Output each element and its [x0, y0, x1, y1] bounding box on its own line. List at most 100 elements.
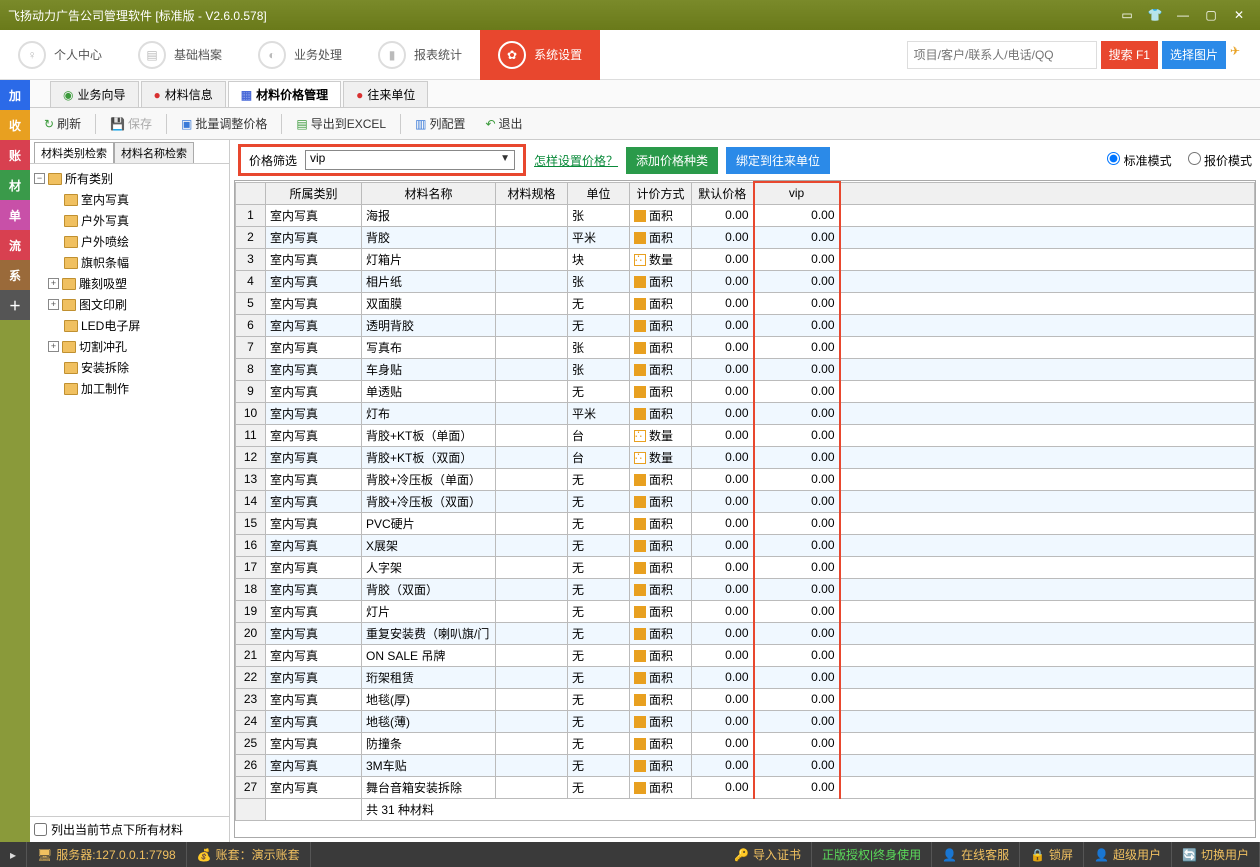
status-import[interactable]: 🔑导入证书 [724, 842, 812, 867]
cell-spec[interactable] [496, 622, 568, 644]
tree-node[interactable]: LED电子屏 [81, 317, 140, 334]
table-row[interactable]: 24室内写真地毯(薄)无面积0.000.00 [236, 710, 1255, 732]
table-row[interactable]: 14室内写真背胶+冷压板（双面）无面积0.000.00 [236, 490, 1255, 512]
cell-spec[interactable] [496, 468, 568, 490]
cell-unit[interactable]: 张 [568, 336, 630, 358]
columns-button[interactable]: ▥列配置 [407, 112, 473, 135]
cell-name[interactable]: 背胶+KT板（单面） [362, 424, 496, 446]
status-user[interactable]: 👤超级用户 [1084, 842, 1172, 867]
status-cs[interactable]: 👤在线客服 [932, 842, 1020, 867]
cell-spec[interactable] [496, 204, 568, 226]
cell-unit[interactable]: 无 [568, 776, 630, 798]
cell-vip[interactable]: 0.00 [754, 578, 840, 600]
cell-vip[interactable]: 0.00 [754, 534, 840, 556]
table-row[interactable]: 18室内写真背胶（双面）无面积0.000.00 [236, 578, 1255, 600]
table-row[interactable]: 9室内写真单透贴无面积0.000.00 [236, 380, 1255, 402]
skin-icon[interactable]: ▭ [1114, 5, 1140, 25]
col-vip[interactable]: vip [754, 182, 840, 204]
cell-category[interactable]: 室内写真 [266, 710, 362, 732]
cell-spec[interactable] [496, 270, 568, 292]
col-default[interactable]: 默认价格 [692, 182, 754, 204]
cell-name[interactable]: 相片纸 [362, 270, 496, 292]
cell-name[interactable]: 背胶+冷压板（双面） [362, 490, 496, 512]
cell-vip[interactable]: 0.00 [754, 402, 840, 424]
cell-method[interactable]: 面积 [630, 358, 692, 380]
cell-unit[interactable]: 无 [568, 732, 630, 754]
refresh-button[interactable]: ↻刷新 [36, 112, 89, 135]
cell-category[interactable]: 室内写真 [266, 578, 362, 600]
cell-category[interactable]: 室内写真 [266, 600, 362, 622]
table-row[interactable]: 22室内写真珩架租赁无面积0.000.00 [236, 666, 1255, 688]
tab-material-info[interactable]: ●材料信息 [141, 81, 226, 107]
cell-default[interactable]: 0.00 [692, 204, 754, 226]
cell-default[interactable]: 0.00 [692, 314, 754, 336]
cell-default[interactable]: 0.00 [692, 688, 754, 710]
tree-root[interactable]: 所有类别 [65, 170, 113, 187]
cell-category[interactable]: 室内写真 [266, 380, 362, 402]
cell-default[interactable]: 0.00 [692, 754, 754, 776]
pick-image-button[interactable]: 选择图片 [1162, 41, 1226, 69]
menu-report[interactable]: ▮报表统计 [360, 30, 480, 80]
tree-body[interactable]: −所有类别 室内写真 户外写真 户外喷绘 旗帜条幅 +雕刻吸塑 +图文印刷 LE… [30, 164, 229, 816]
cell-unit[interactable]: 无 [568, 512, 630, 534]
cell-category[interactable]: 室内写真 [266, 622, 362, 644]
expand-icon[interactable]: + [48, 341, 59, 352]
cell-vip[interactable]: 0.00 [754, 358, 840, 380]
cell-method[interactable]: 面积 [630, 556, 692, 578]
cell-unit[interactable]: 无 [568, 710, 630, 732]
status-switch[interactable]: 🔄切换用户 [1172, 842, 1260, 867]
mode-standard[interactable]: 标准模式 [1107, 152, 1171, 169]
table-row[interactable]: 4室内写真相片纸张面积0.000.00 [236, 270, 1255, 292]
tree-node[interactable]: 户外喷绘 [81, 233, 129, 250]
cell-name[interactable]: 地毯(薄) [362, 710, 496, 732]
cell-default[interactable]: 0.00 [692, 556, 754, 578]
cell-method[interactable]: 面积 [630, 644, 692, 666]
tshirt-icon[interactable]: 👕 [1142, 5, 1168, 25]
cell-category[interactable]: 室内写真 [266, 556, 362, 578]
cell-spec[interactable] [496, 578, 568, 600]
cell-vip[interactable]: 0.00 [754, 292, 840, 314]
table-row[interactable]: 1室内写真海报张面积0.000.00 [236, 204, 1255, 226]
cell-unit[interactable]: 平米 [568, 402, 630, 424]
cell-name[interactable]: 单透贴 [362, 380, 496, 402]
cell-unit[interactable]: 无 [568, 468, 630, 490]
cell-method[interactable]: 面积 [630, 380, 692, 402]
batch-button[interactable]: ▣批量调整价格 [173, 112, 275, 135]
cell-spec[interactable] [496, 446, 568, 468]
cell-unit[interactable]: 无 [568, 490, 630, 512]
cell-spec[interactable] [496, 644, 568, 666]
table-row[interactable]: 16室内写真X展架无面积0.000.00 [236, 534, 1255, 556]
cell-category[interactable]: 室内写真 [266, 226, 362, 248]
cell-category[interactable]: 室内写真 [266, 248, 362, 270]
cell-vip[interactable]: 0.00 [754, 644, 840, 666]
tree-node[interactable]: 旗帜条幅 [81, 254, 129, 271]
table-row[interactable]: 26室内写真3M车贴无面积0.000.00 [236, 754, 1255, 776]
table-row[interactable]: 12室内写真背胶+KT板（双面）台数量0.000.00 [236, 446, 1255, 468]
cell-unit[interactable]: 无 [568, 314, 630, 336]
cell-method[interactable]: 面积 [630, 490, 692, 512]
menu-business[interactable]: ◐业务处理 [240, 30, 360, 80]
cell-default[interactable]: 0.00 [692, 336, 754, 358]
tree-node[interactable]: 室内写真 [81, 191, 129, 208]
cell-method[interactable]: 面积 [630, 204, 692, 226]
cell-default[interactable]: 0.00 [692, 776, 754, 798]
cell-category[interactable]: 室内写真 [266, 204, 362, 226]
cell-name[interactable]: PVC硬片 [362, 512, 496, 534]
cell-category[interactable]: 室内写真 [266, 688, 362, 710]
cell-name[interactable]: X展架 [362, 534, 496, 556]
cell-vip[interactable]: 0.00 [754, 380, 840, 402]
sidebar-plus[interactable]: ＋ [0, 290, 30, 320]
cell-unit[interactable]: 无 [568, 754, 630, 776]
table-row[interactable]: 10室内写真灯布平米面积0.000.00 [236, 402, 1255, 424]
cell-default[interactable]: 0.00 [692, 380, 754, 402]
sidebar-order[interactable]: 单 [0, 200, 30, 230]
cell-method[interactable]: 数量 [630, 424, 692, 446]
cell-name[interactable]: 背胶+冷压板（单面） [362, 468, 496, 490]
table-row[interactable]: 13室内写真背胶+冷压板（单面）无面积0.000.00 [236, 468, 1255, 490]
cell-method[interactable]: 面积 [630, 710, 692, 732]
cell-spec[interactable] [496, 380, 568, 402]
status-book[interactable]: 💰账套：演示账套 [187, 842, 311, 867]
paperplane-icon[interactable]: ✈ [1230, 44, 1252, 66]
cell-name[interactable]: 地毯(厚) [362, 688, 496, 710]
add-price-type-button[interactable]: 添加价格种类 [626, 147, 718, 174]
